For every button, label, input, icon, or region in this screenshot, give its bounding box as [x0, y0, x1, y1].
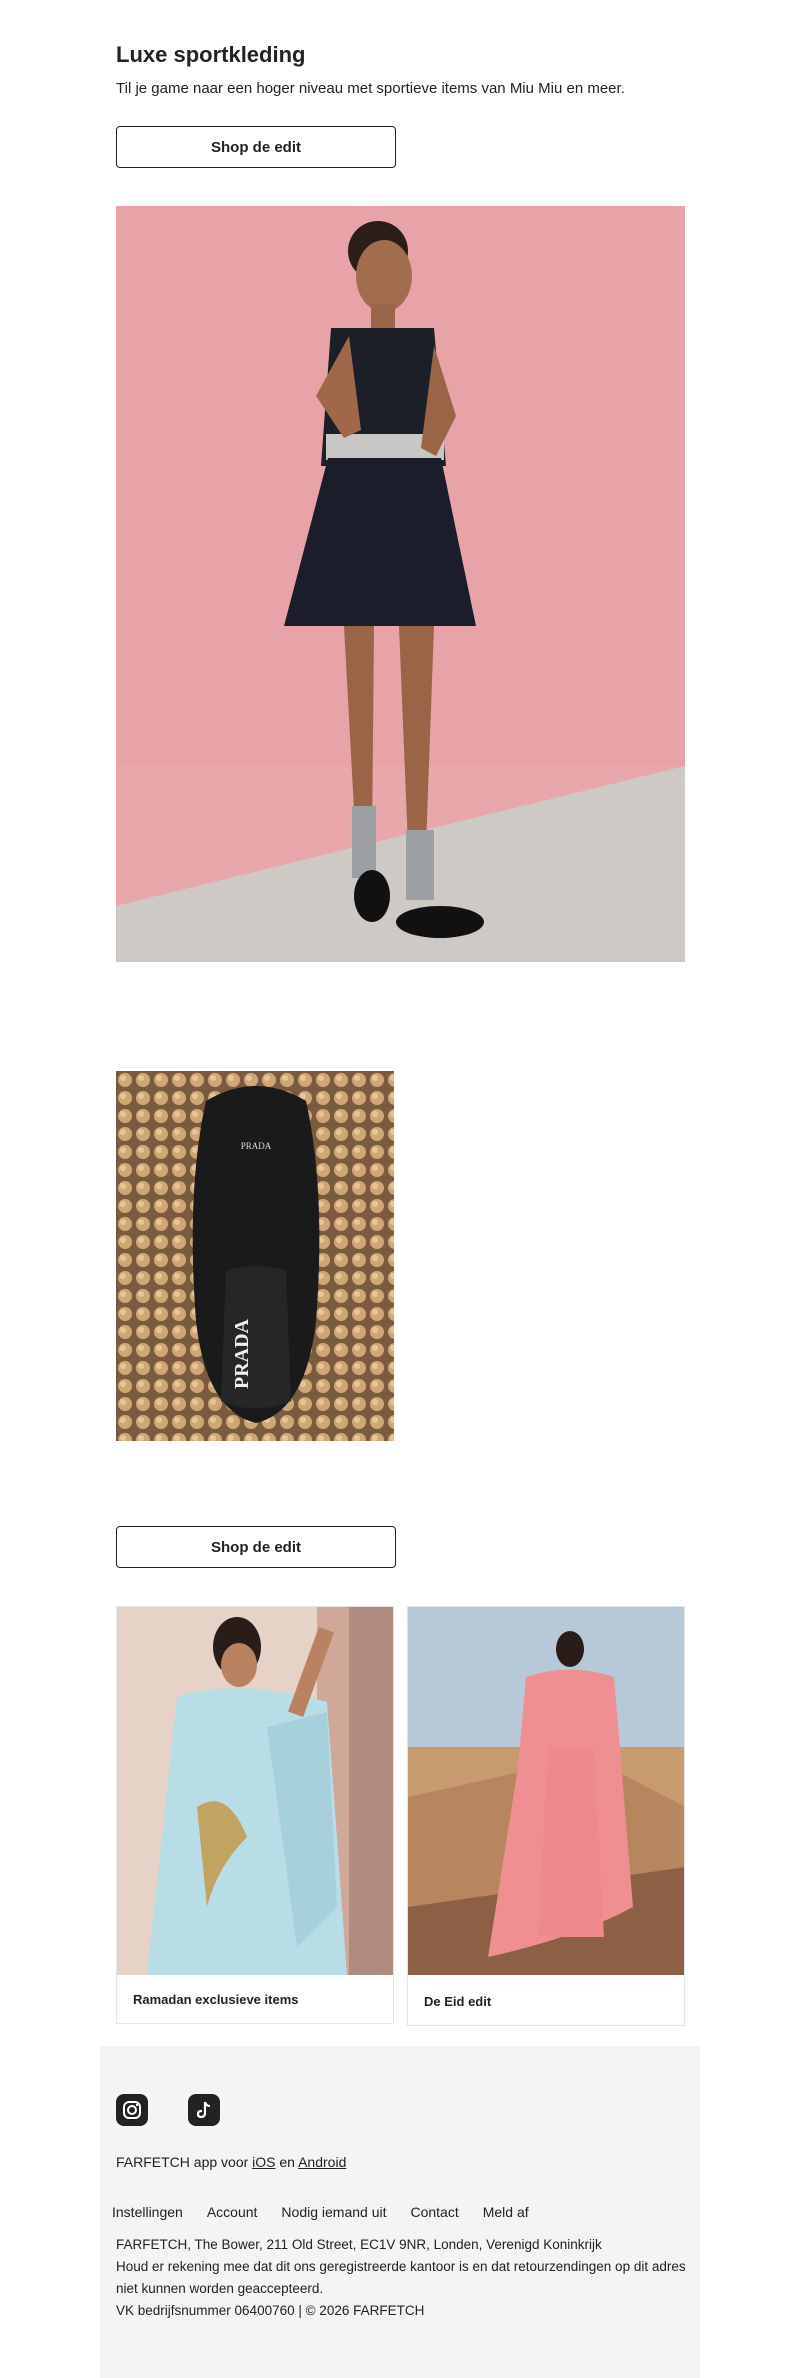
shop-edit-button-bottom[interactable]: Shop de edit: [116, 1526, 396, 1568]
footer-link-unsubscribe[interactable]: Meld af: [483, 2204, 529, 2220]
footer-link-settings[interactable]: Instellingen: [112, 2204, 183, 2220]
footer-links: Instellingen Account Nodig iemand uit Co…: [112, 2204, 529, 2220]
company-number: VK bedrijfsnummer 06400760 | © 2026 FARF…: [116, 2303, 425, 2318]
card-ramadan-title: Ramadan exclusieve items: [133, 1992, 299, 2007]
card-eid-image: [408, 1607, 684, 1975]
hero-image-miu-miu-look[interactable]: [116, 206, 685, 962]
shoe-illustration: PRADA PRADA: [116, 1071, 394, 1441]
company-address: FARFETCH, The Bower, 211 Old Street, EC1…: [116, 2237, 602, 2252]
shoe-insole-logo: PRADA: [231, 1318, 253, 1389]
eid-illustration: [408, 1607, 684, 1975]
card-ramadan-image: [117, 1607, 393, 1975]
app-download-line: FARFETCH app voor iOS en Android: [116, 2154, 346, 2170]
ios-link[interactable]: iOS: [252, 2154, 275, 2170]
subheadline: Til je game naar een hoger niveau met sp…: [116, 80, 625, 97]
footer-link-contact[interactable]: Contact: [410, 2204, 458, 2220]
card-eid-edit[interactable]: De Eid edit: [407, 1606, 685, 2026]
footer-link-invite[interactable]: Nodig iemand uit: [281, 2204, 386, 2220]
instagram-icon[interactable]: [116, 2094, 148, 2126]
footer-link-account[interactable]: Account: [207, 2204, 258, 2220]
legal-text: FARFETCH, The Bower, 211 Old Street, EC1…: [116, 2234, 686, 2322]
card-eid-title: De Eid edit: [424, 1994, 492, 2009]
tiktok-icon[interactable]: [188, 2094, 220, 2126]
hero-illustration: [116, 206, 685, 962]
card-ramadan-items[interactable]: Ramadan exclusieve items: [116, 1606, 394, 2024]
shoe-image-prada-sneaker[interactable]: PRADA PRADA: [116, 1071, 394, 1441]
returns-notice: Houd er rekening mee dat dit ons geregis…: [116, 2259, 686, 2296]
ramadan-illustration: [117, 1607, 393, 1975]
shoe-tongue-logo: PRADA: [241, 1141, 272, 1151]
app-prefix-text: FARFETCH app voor: [116, 2154, 253, 2170]
headline: Luxe sportkleding: [116, 42, 306, 67]
shop-edit-button-top[interactable]: Shop de edit: [116, 126, 396, 168]
app-mid-text: en: [275, 2154, 299, 2170]
footer: FARFETCH app voor iOS en Android Instell…: [100, 2046, 700, 2378]
android-link[interactable]: Android: [298, 2154, 346, 2170]
